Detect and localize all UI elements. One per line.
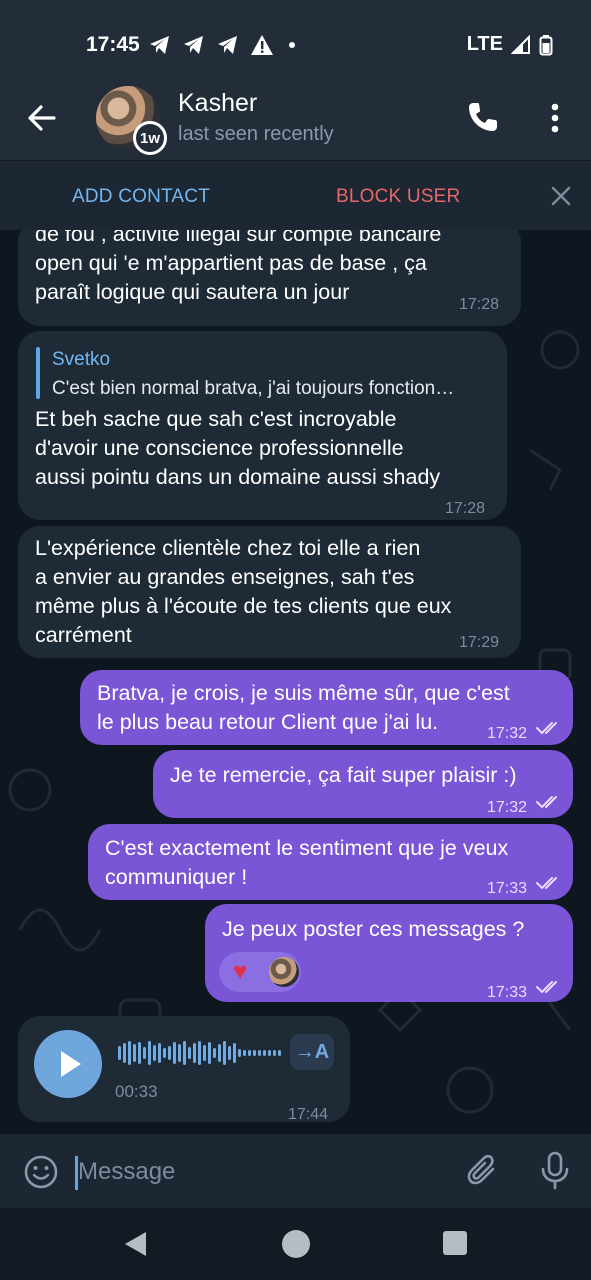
reply-preview[interactable]: C'est bien normal bratva, j'ai toujours … (52, 374, 454, 403)
phone-icon[interactable] (466, 100, 500, 134)
status-bar: 17:45 LTE (0, 0, 591, 88)
outgoing-message[interactable]: C'est exactement le sentiment que je veu… (88, 824, 573, 900)
incoming-message[interactable]: L'expérience clientèle chez toi elle a r… (18, 526, 521, 658)
message-time: 17:33 (487, 984, 528, 1001)
message-text: Je te remercie, ça fait super plaisir :) (170, 763, 517, 787)
dot-icon (289, 42, 295, 48)
telegram-notification-icon (150, 36, 169, 54)
outgoing-message[interactable]: Je te remercie, ça fait super plaisir :)… (153, 750, 573, 818)
message-text: Je peux poster ces messages ? (222, 917, 525, 941)
block-user-button[interactable]: BLOCK USER (336, 186, 460, 208)
status-right: LTE (467, 33, 553, 56)
message-time: 17:33 (487, 880, 528, 897)
paperclip-icon[interactable] (465, 1152, 503, 1190)
message-time: 17:28 (459, 296, 500, 313)
double-check-icon (536, 877, 557, 890)
telegram-notification-icon (184, 36, 203, 54)
voice-waveform[interactable] (118, 1040, 284, 1066)
contact-action-bar: ADD CONTACT BLOCK USER (0, 160, 591, 230)
battery-icon (539, 34, 553, 55)
warning-icon (251, 35, 273, 55)
incoming-message-reply[interactable]: Svetko C'est bien normal bratva, j'ai to… (18, 331, 507, 520)
contact-name[interactable]: Kasher (178, 89, 257, 118)
notification-icons (148, 34, 300, 56)
message-time: 17:28 (445, 500, 486, 517)
emoji-icon[interactable] (22, 1153, 60, 1191)
message-time: 17:29 (459, 634, 500, 651)
message-time: 17:44 (288, 1106, 329, 1123)
message-text: Et beh sache que sah c'est incroyable d'… (35, 407, 441, 489)
contact-status: last seen recently (178, 123, 334, 145)
telegram-notification-icon (218, 36, 237, 54)
chat-area[interactable]: de fou , activité illégal sur compte ban… (0, 230, 591, 1134)
double-check-icon (536, 981, 557, 994)
reply-indicator (36, 347, 40, 399)
message-composer (0, 1134, 591, 1208)
message-text: C'est exactement le sentiment que je veu… (105, 836, 509, 889)
back-arrow-icon[interactable] (24, 100, 60, 136)
message-time: 17:32 (487, 725, 528, 742)
story-badge[interactable]: 1w (133, 121, 167, 155)
add-contact-button[interactable]: ADD CONTACT (72, 186, 210, 208)
message-time: 17:32 (487, 799, 528, 816)
nav-home-icon[interactable] (282, 1230, 310, 1258)
message-text: Bratva, je crois, je suis même sûr, que … (97, 681, 510, 734)
reply-author[interactable]: Svetko (52, 345, 110, 374)
outgoing-message[interactable]: Je peux poster ces messages ? ♥ 17:33 (205, 904, 573, 1002)
play-icon (61, 1051, 81, 1077)
nav-recents-icon[interactable] (443, 1231, 467, 1255)
message-input[interactable] (78, 1152, 438, 1192)
play-button[interactable] (34, 1030, 102, 1098)
heart-reaction-icon[interactable]: ♥ (233, 958, 247, 986)
double-check-icon (536, 722, 557, 735)
voice-duration: 00:33 (115, 1082, 158, 1101)
status-time: 17:45 (86, 33, 140, 56)
more-vert-icon[interactable] (540, 100, 570, 136)
close-icon[interactable] (548, 183, 574, 209)
chat-header: 1w Kasher last seen recently (0, 80, 591, 160)
message-reactions[interactable]: ♥ (219, 952, 301, 992)
nav-back-icon[interactable] (122, 1230, 148, 1258)
outgoing-message[interactable]: Bratva, je crois, je suis même sûr, que … (80, 670, 573, 745)
incoming-message[interactable]: de fou , activité illégal sur compte ban… (18, 230, 521, 326)
system-nav-bar (0, 1208, 591, 1280)
reactor-avatar (269, 957, 299, 987)
signal-icon (511, 34, 530, 54)
double-check-icon (536, 796, 557, 809)
transcribe-button[interactable]: →A (290, 1034, 334, 1070)
incoming-voice-message[interactable]: →A 00:33 17:44 (18, 1016, 350, 1123)
microphone-icon[interactable] (538, 1150, 572, 1190)
network-type: LTE (466, 33, 503, 55)
message-text: L'expérience clientèle chez toi elle a r… (35, 536, 452, 647)
message-text: de fou , activité illégal sur compte ban… (35, 230, 442, 304)
